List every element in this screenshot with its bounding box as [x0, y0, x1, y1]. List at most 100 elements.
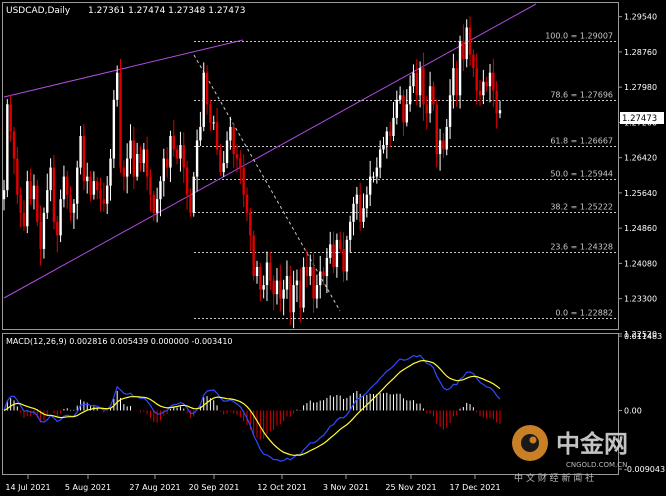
- candle-body: [242, 167, 245, 195]
- candle-body: [222, 163, 225, 173]
- candle-body: [182, 144, 185, 168]
- candle-body: [122, 167, 126, 177]
- candle-body: [42, 212, 46, 249]
- x-tick-label: 5 Aug 2021: [65, 483, 111, 492]
- candle-body: [142, 149, 146, 164]
- candle-body: [179, 144, 182, 159]
- candle-body: [355, 194, 359, 204]
- candle-body: [472, 54, 475, 69]
- candle-body: [199, 126, 202, 141]
- candle-body: [92, 181, 96, 195]
- y-tick-label: 1.25640: [624, 189, 657, 198]
- candle-body: [262, 285, 265, 290]
- candle-body: [255, 266, 259, 277]
- symbol-title: USDCAD,Daily: [6, 6, 71, 16]
- candle-body: [6, 104, 9, 191]
- candle-body: [315, 285, 319, 299]
- usdcad-chart[interactable]: 100.0 = 1.29007 78.6 = 1.27696 61.8 = 1.26…: [0, 0, 666, 496]
- candle-body: [368, 176, 372, 195]
- candle-body: [159, 181, 162, 200]
- y-tick-label: 1.23300: [624, 295, 657, 304]
- candle-body: [99, 190, 102, 200]
- candle-body: [482, 81, 485, 96]
- fib-level-label: 100.0 = 1.29007: [545, 32, 613, 41]
- macd-label: MACD(12,26,9) 0.002816 0.005439 0.000000…: [6, 337, 233, 346]
- candle-body: [322, 271, 325, 277]
- x-tick-label: 25 Nov 2021: [385, 483, 436, 492]
- candle-body: [428, 86, 432, 114]
- candle-body: [422, 68, 425, 105]
- candle-body: [342, 248, 345, 272]
- candle-body: [19, 194, 22, 213]
- candle-body: [49, 167, 52, 191]
- y-tick-label: 1.29540: [624, 13, 657, 22]
- candle-body: [272, 280, 275, 295]
- candle-body: [402, 95, 405, 123]
- candle-body: [152, 194, 155, 213]
- y-tick-label: 1.27980: [624, 83, 657, 92]
- candle-body: [415, 72, 418, 96]
- candle-body: [302, 266, 305, 308]
- candle-body: [86, 176, 89, 182]
- candle-body: [312, 266, 315, 299]
- candle-body: [488, 72, 492, 87]
- candle-body: [115, 72, 119, 100]
- candle-body: [16, 158, 19, 195]
- candle-body: [79, 135, 82, 168]
- candle-body: [465, 27, 468, 60]
- candle-body: [36, 185, 39, 222]
- candle-body: [452, 68, 455, 96]
- macd-y-tick-label: 0.00: [624, 406, 642, 415]
- candle-body: [295, 280, 299, 286]
- candle-body: [492, 72, 495, 91]
- fib-level-label: 61.8 = 1.26667: [550, 137, 613, 146]
- candle-body: [139, 154, 142, 164]
- candle-body: [175, 149, 179, 159]
- candle-body: [365, 194, 369, 209]
- candle-body: [372, 176, 375, 178]
- candle-body: [205, 72, 209, 105]
- candle-body: [2, 190, 6, 200]
- candle-body: [215, 122, 219, 150]
- candle-body: [165, 158, 169, 168]
- candle-body: [495, 90, 498, 114]
- candle-body: [189, 194, 192, 213]
- candle-body: [239, 158, 242, 168]
- candle-body: [62, 176, 66, 200]
- candle-body: [59, 199, 62, 236]
- candle-body: [485, 81, 488, 87]
- watermark-chars: 中 文 财 经 新 闻 社: [514, 472, 594, 484]
- ohlc-readout: 1.27361 1.27474 1.27348 1.27473: [88, 6, 245, 16]
- candle-body: [349, 221, 352, 240]
- candle-body: [425, 104, 428, 114]
- y-tick-label: 1.28760: [624, 48, 657, 57]
- candle-body: [279, 280, 282, 299]
- candle-body: [329, 244, 332, 258]
- candle-body: [385, 131, 389, 145]
- x-tick-label: 17 Dec 2021: [449, 483, 500, 492]
- candle-body: [29, 181, 32, 200]
- current-price-label: 1.27473: [622, 114, 657, 124]
- y-tick-label: 1.24860: [624, 224, 657, 233]
- y-tick-label: 1.26420: [624, 154, 657, 163]
- candle-body: [225, 140, 229, 164]
- watermark-brand: 中金网: [556, 430, 628, 458]
- candle-body: [458, 41, 462, 96]
- candle-body: [339, 239, 342, 249]
- candle-body: [22, 212, 26, 227]
- candle-body: [235, 154, 239, 159]
- candle-body: [462, 41, 465, 60]
- candle-body: [202, 72, 205, 127]
- candle-body: [345, 239, 349, 272]
- candle-body: [358, 194, 362, 222]
- candle-body: [468, 27, 472, 55]
- candle-body: [219, 149, 222, 173]
- candle-body: [26, 181, 29, 227]
- candle-body: [352, 203, 355, 222]
- candle-body: [66, 176, 69, 195]
- candle-body: [285, 276, 289, 290]
- macd-y-tick-label: 0.011483: [624, 332, 662, 341]
- candle-body: [309, 266, 312, 277]
- candle-body: [445, 126, 448, 150]
- y-tick-label: 1.24080: [624, 259, 657, 268]
